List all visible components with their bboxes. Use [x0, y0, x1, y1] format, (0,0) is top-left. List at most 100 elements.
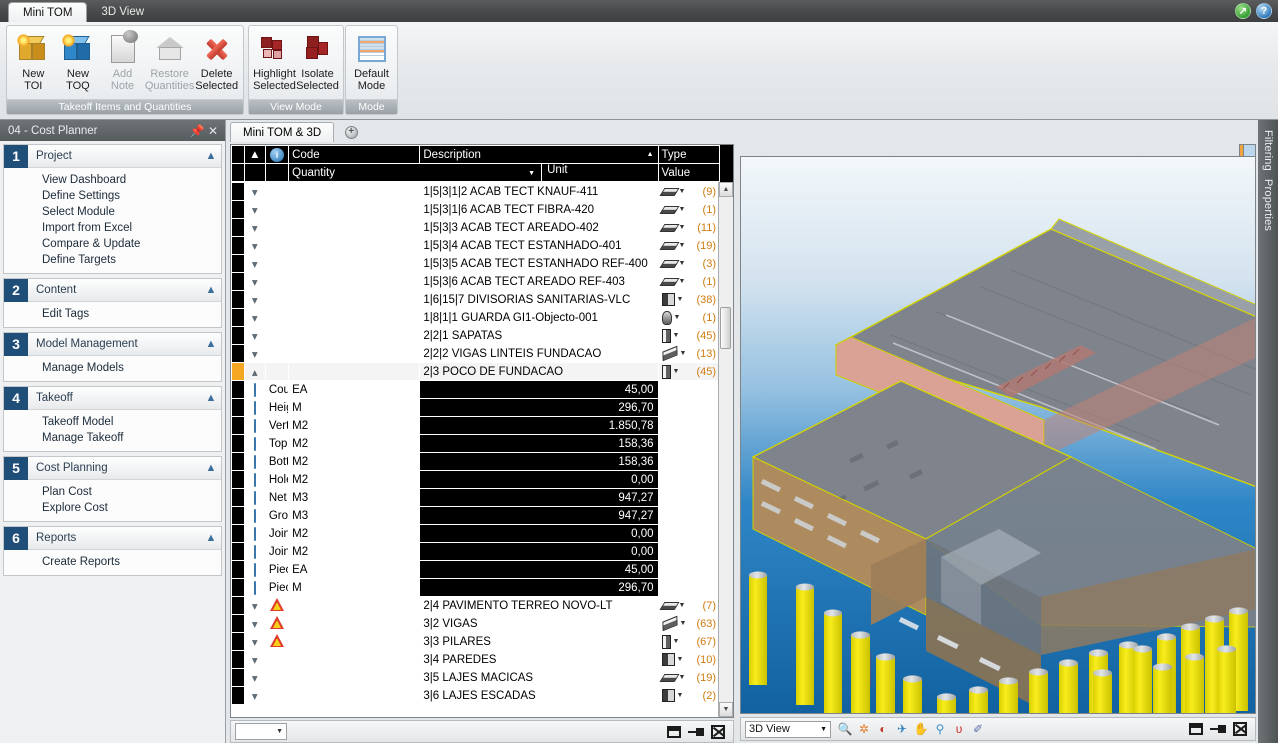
sidebar-item-plan-cost[interactable]: Plan Cost	[4, 484, 221, 500]
row-gutter[interactable]	[231, 650, 245, 669]
grid-head-code[interactable]: Code	[288, 145, 421, 164]
table-row[interactable]: ▾ 1|5|3|1|6 ACAB TECT FIBRA-420 ▼ (1)	[231, 200, 718, 219]
row-gutter[interactable]	[231, 254, 245, 273]
quantity-row[interactable]: CountEA45,00	[231, 380, 719, 399]
sidebar-item-manage-models[interactable]: Manage Models	[4, 360, 221, 376]
zoom-window-icon[interactable]: 🔍	[836, 721, 854, 738]
sidebar-item-import-from-excel[interactable]: Import from Excel	[4, 220, 221, 236]
chevron-down-icon[interactable]: ▼	[680, 350, 687, 357]
expand-icon[interactable]: ▾	[243, 614, 266, 633]
row-gutter[interactable]	[231, 632, 245, 651]
row-gutter[interactable]	[231, 182, 245, 201]
chevron-up-icon[interactable]: ▲	[201, 532, 221, 544]
chevron-down-icon[interactable]: ▼	[674, 314, 681, 321]
grid-filter-combo[interactable]: ▼	[235, 723, 287, 740]
table-row[interactable]: ▾ 1|5|3|4 ACAB TECT ESTANHADO-401 ▼ (19)	[231, 236, 718, 255]
sidebar-item-create-reports[interactable]: Create Reports	[4, 554, 221, 570]
chevron-down-icon[interactable]: ▼	[677, 656, 684, 663]
fly-through-icon[interactable]: ✈	[893, 721, 911, 738]
chevron-down-icon[interactable]: ▼	[679, 242, 686, 249]
sidebar-item-explore-cost[interactable]: Explore Cost	[4, 500, 221, 516]
collapse-all-icon[interactable]: ▲	[243, 145, 266, 164]
row-gutter[interactable]	[231, 218, 245, 237]
measure-tool-icon[interactable]: ✐	[969, 721, 987, 738]
quantity-row[interactable]: Hole Surface AreaM20,00	[231, 470, 719, 489]
float-window-icon[interactable]	[667, 725, 681, 738]
table-row[interactable]: ▾ 1|5|3|1|2 ACAB TECT KNAUF-411 ▼ (9)	[231, 182, 718, 201]
sidebar-item-select-module[interactable]: Select Module	[4, 204, 221, 220]
sidebar-section-header[interactable]: 2 Content ▲	[4, 278, 221, 302]
snap-magnet-icon[interactable]: ᴜ	[950, 721, 968, 738]
sidebar-item-edit-tags[interactable]: Edit Tags	[4, 306, 221, 322]
chevron-down-icon[interactable]: ▼	[677, 692, 684, 699]
isolate-selected-button[interactable]: Isolate Selected	[296, 30, 339, 92]
doc-tab-mini-tom-3d[interactable]: Mini TOM & 3D	[230, 122, 335, 142]
chevron-down-icon[interactable]: ▼	[673, 332, 680, 339]
new-toi-button[interactable]: New TOI	[11, 30, 56, 92]
table-row[interactable]: ▾ 3|3 PILARES ▼ (67)	[231, 632, 718, 651]
grid-head-value[interactable]: Value	[657, 163, 721, 182]
tab-mini-tom[interactable]: Mini TOM	[8, 2, 88, 22]
sidebar-section-header[interactable]: 5 Cost Planning ▲	[4, 456, 221, 480]
row-gutter[interactable]	[231, 362, 245, 381]
pin-icon[interactable]: 📌	[189, 124, 205, 138]
sidebar-section-header[interactable]: 6 Reports ▲	[4, 526, 221, 550]
expand-icon[interactable]: ▾	[243, 182, 266, 201]
table-row[interactable]: ▾ 3|2 VIGAS ▼ (63)	[231, 614, 718, 633]
chevron-down-icon[interactable]: ▼	[679, 674, 686, 681]
chevron-up-icon[interactable]: ▲	[201, 338, 221, 350]
chevron-down-icon[interactable]: ▼	[679, 206, 686, 213]
add-tab-icon[interactable]: +	[334, 122, 368, 142]
scroll-up-arrow-icon[interactable]: ▲	[719, 182, 733, 197]
chevron-up-icon[interactable]: ▲	[201, 462, 221, 474]
table-row[interactable]: ▾ 3|6 LAJES ESCADAS ▼ (2)	[231, 686, 718, 705]
expand-icon[interactable]: ▾	[243, 236, 266, 255]
table-row[interactable]: ▾ 1|6|15|7 DIVISORIAS SANITARIAS-VLC ▼ (38)	[231, 290, 718, 309]
orbit-model-icon[interactable]: ✲	[855, 721, 873, 738]
default-mode-button[interactable]: Default Mode	[350, 30, 393, 92]
chevron-down-icon[interactable]: ▼	[679, 224, 686, 231]
grid-head-type[interactable]: Type	[657, 145, 721, 164]
expand-icon[interactable]: ▾	[243, 272, 266, 291]
table-row[interactable]: ▾ 3|5 LAJES MACICAS ▼ (19)	[231, 668, 718, 687]
grid-head-quantity[interactable]: Quantity ▼ Unit	[288, 163, 659, 182]
table-row[interactable]: ▾ 2|2|1 SAPATAS ▼ (45)	[231, 326, 718, 345]
quantity-row[interactable]: Vertical Surface AreaM21.850,78	[231, 416, 719, 435]
expand-icon[interactable]: ▾	[243, 200, 266, 219]
view-mode-combo[interactable]: 3D View ▼	[745, 720, 831, 738]
row-gutter[interactable]	[231, 668, 245, 687]
quantity-row[interactable]: Piece HeightM296,70	[231, 578, 719, 597]
chevron-down-icon[interactable]: ▼	[673, 368, 680, 375]
grid-head-description[interactable]: Description ▲	[419, 145, 659, 164]
table-row[interactable]: ▴ 2|3 POCO DE FUNDACAO ▼ (45)	[231, 362, 718, 381]
quantity-row[interactable]: Top Surface AreaM2158,36	[231, 434, 719, 453]
row-gutter[interactable]	[231, 686, 245, 705]
add-note-button[interactable]: Add Note	[100, 30, 145, 92]
chevron-down-icon[interactable]: ▼	[677, 296, 684, 303]
sidebar-item-view-dashboard[interactable]: View Dashboard	[4, 172, 221, 188]
quantity-row[interactable]: Bottom Surface AreaM2158,36	[231, 452, 719, 471]
expand-icon[interactable]: ▾	[243, 308, 266, 327]
close-panel-icon[interactable]	[711, 724, 725, 739]
expand-icon[interactable]: ▾	[243, 290, 266, 309]
table-row[interactable]: ▾ 1|8|1|1 GUARDA GI1-Objecto-001 ▼ (1)	[231, 308, 718, 327]
sidebar-section-header[interactable]: 3 Model Management ▲	[4, 332, 221, 356]
quantity-row[interactable]: Piece CountEA45,00	[231, 560, 719, 579]
row-gutter[interactable]	[231, 596, 245, 615]
row-gutter[interactable]	[231, 200, 245, 219]
table-row[interactable]: ▾ 1|5|3|3 ACAB TECT AREADO-402 ▼ (11)	[231, 218, 718, 237]
new-toq-button[interactable]: New TOQ	[56, 30, 101, 92]
expand-icon[interactable]: ▾	[243, 326, 266, 345]
3d-viewport[interactable]	[740, 156, 1256, 714]
chevron-down-icon[interactable]: ▼	[673, 638, 680, 645]
chevron-down-icon[interactable]: ▼	[679, 260, 686, 267]
quantity-row[interactable]: Joint Vertical Surface AreaM20,00	[231, 542, 719, 561]
info-icon[interactable]: i	[264, 145, 290, 164]
expand-icon[interactable]: ▾	[243, 686, 266, 705]
row-gutter[interactable]	[231, 344, 245, 363]
sidebar-item-compare-update[interactable]: Compare & Update	[4, 236, 221, 252]
sidebar-item-manage-takeoff[interactable]: Manage Takeoff	[4, 430, 221, 446]
restore-quantities-button[interactable]: Restore Quantities	[145, 30, 194, 92]
row-gutter[interactable]	[231, 272, 245, 291]
grid-vertical-scrollbar[interactable]: ▲ ▼	[718, 182, 733, 717]
